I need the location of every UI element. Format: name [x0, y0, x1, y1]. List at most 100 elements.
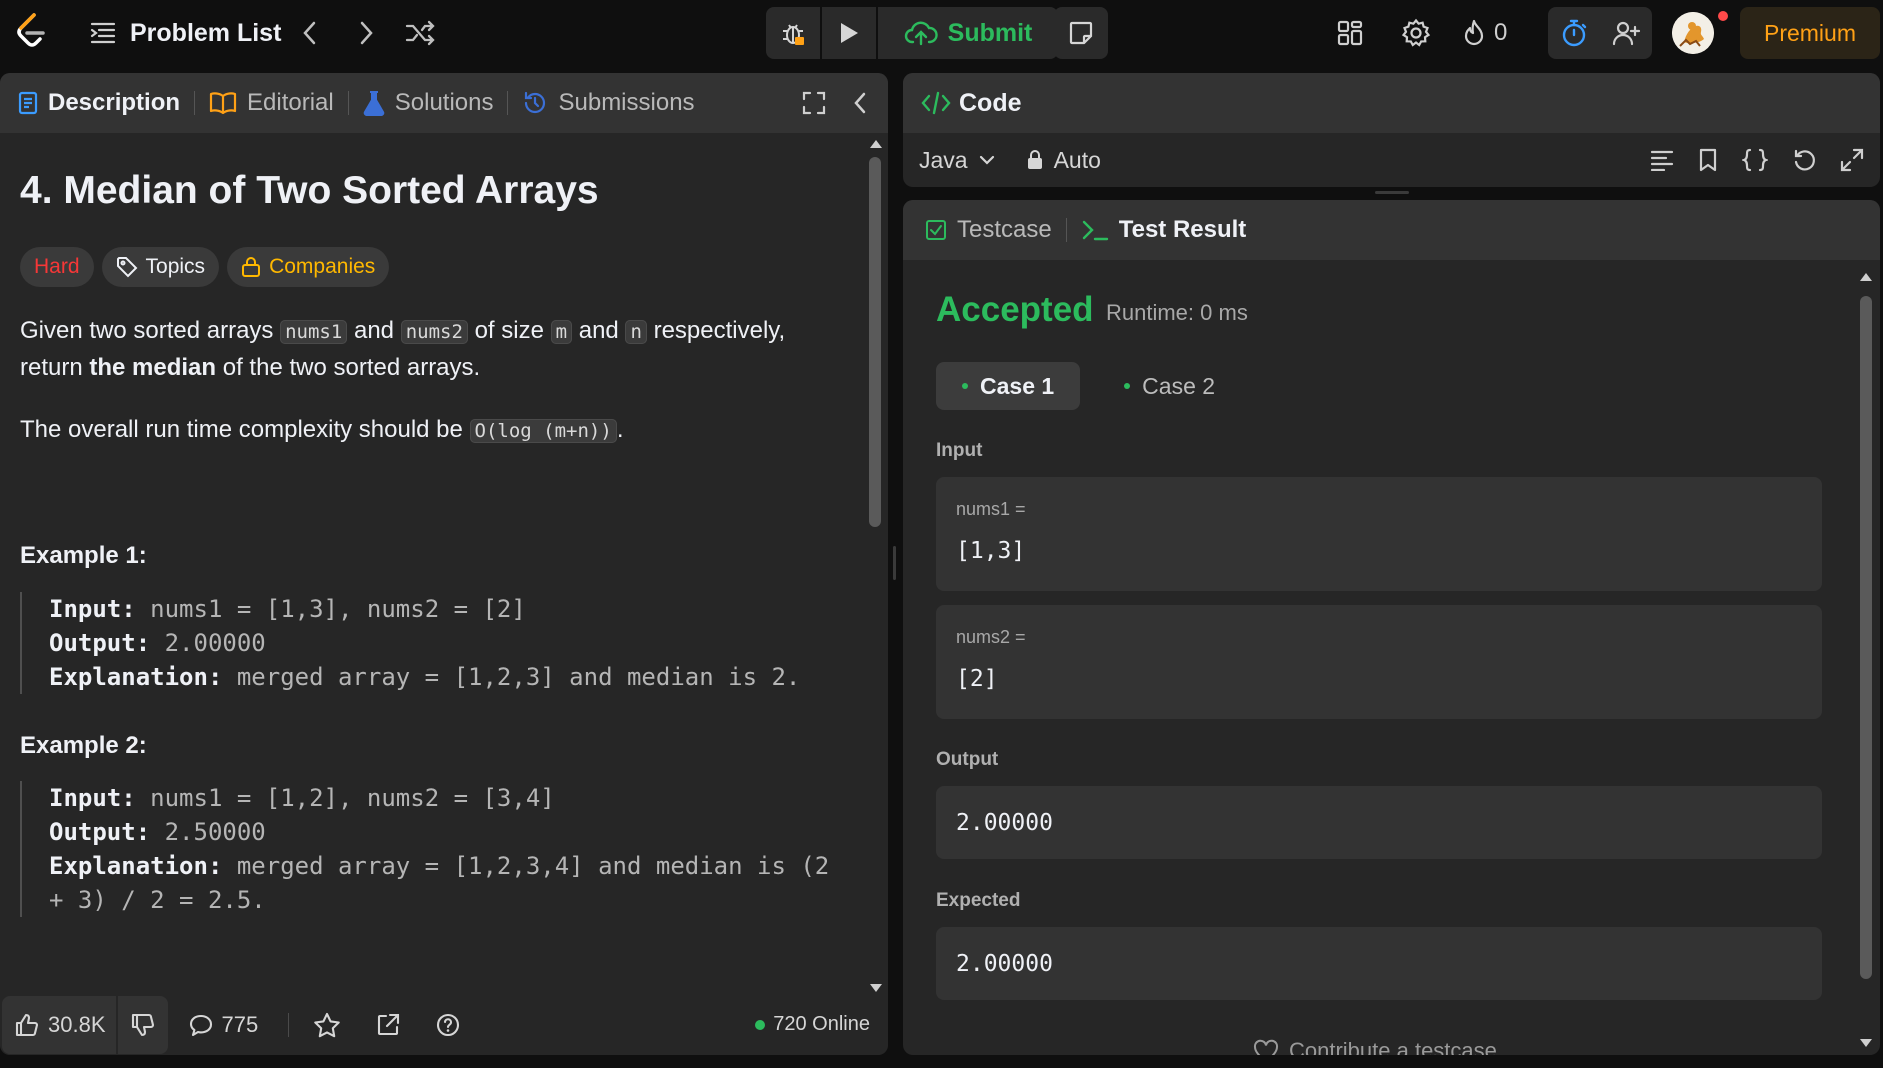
description-footer: 30.8K 775 720 Online — [0, 995, 888, 1055]
tab-description[interactable]: Description — [18, 73, 180, 133]
reset-icon[interactable] — [1792, 148, 1816, 172]
user-avatar[interactable] — [1672, 12, 1714, 54]
scroll-down-icon[interactable] — [868, 981, 884, 995]
dislike-button[interactable] — [118, 996, 168, 1054]
streak-counter[interactable]: 0 — [1462, 13, 1507, 53]
random-problem-button[interactable] — [400, 13, 440, 53]
panel-resize-handle[interactable] — [893, 546, 896, 580]
topics-badge[interactable]: Topics — [101, 247, 220, 287]
inline-code: m — [550, 320, 573, 344]
tab-editorial[interactable]: Editorial — [209, 73, 334, 133]
auto-mode-toggle[interactable]: Auto — [1026, 147, 1101, 174]
footer-divider — [288, 1013, 290, 1037]
description-scrollbar[interactable] — [868, 135, 884, 995]
param-value: [2] — [956, 666, 998, 692]
param-label: nums2 = — [956, 627, 1026, 647]
tab-testcase[interactable]: Testcase — [925, 216, 1052, 244]
output-box[interactable]: 2.00000 — [936, 786, 1822, 859]
help-button[interactable] — [435, 1012, 461, 1038]
input-nums1-box[interactable]: nums1 = [1,3] — [936, 477, 1822, 591]
example-label: Output: — [49, 818, 151, 846]
inline-code: n — [625, 320, 647, 344]
description-panel: Description Editorial Solutions Submissi… — [0, 73, 888, 1055]
debug-button[interactable] — [766, 7, 820, 59]
notification-dot — [1718, 11, 1728, 21]
param-value: [1,3] — [956, 538, 1026, 564]
thumbs-up-icon — [15, 1013, 39, 1037]
companies-badge[interactable]: Companies — [227, 247, 390, 287]
case-tab-2[interactable]: Case 2 — [1098, 362, 1241, 410]
case-label: Case 2 — [1142, 372, 1216, 399]
collapse-left-icon[interactable] — [852, 91, 868, 115]
bug-icon — [783, 24, 804, 45]
vote-group: 30.8K — [2, 996, 168, 1054]
scroll-thumb[interactable] — [869, 157, 881, 527]
code-toolbar: Java Auto — [903, 133, 1880, 187]
next-problem-button[interactable] — [346, 13, 386, 53]
contribute-testcase-link[interactable]: Contribute a testcase — [1253, 1038, 1497, 1055]
submit-button[interactable]: Submit — [878, 7, 1058, 59]
scroll-up-icon[interactable] — [868, 137, 884, 151]
desc-text: Given two sorted arrays — [20, 317, 281, 344]
share-button[interactable] — [375, 1012, 401, 1038]
desc-text: of size — [467, 317, 551, 344]
desc-text: respectively, — [646, 317, 786, 344]
prev-problem-button[interactable] — [290, 13, 330, 53]
chevron-down-icon — [979, 155, 994, 165]
example-value: merged array = [1,2,3] and median is 2. — [222, 663, 801, 691]
vertical-split-handle[interactable] — [1375, 191, 1409, 194]
complexity-note: The overall run time complexity should b… — [20, 412, 860, 449]
premium-button[interactable]: Premium — [1740, 7, 1880, 59]
leetcode-logo-icon[interactable] — [12, 12, 50, 50]
desc-bold: the median — [89, 354, 217, 381]
expected-section-label: Expected — [936, 890, 1021, 911]
tab-divider — [194, 91, 196, 115]
timer-button[interactable] — [1548, 7, 1600, 59]
timer-invite-group — [1548, 7, 1652, 59]
layout-button[interactable] — [1330, 13, 1370, 53]
expand-icon[interactable] — [1840, 148, 1864, 172]
terminal-icon — [1082, 220, 1108, 241]
scroll-up-icon[interactable] — [1858, 270, 1874, 284]
example-label: Explanation: — [49, 663, 223, 691]
tab-divider — [1065, 218, 1067, 242]
inline-code: nums2 — [400, 320, 468, 344]
maximize-icon[interactable] — [802, 91, 826, 115]
favorite-button[interactable] — [313, 1012, 341, 1038]
bookmark-icon[interactable] — [1698, 148, 1718, 172]
settings-button[interactable] — [1396, 13, 1436, 53]
description-tabs: Description Editorial Solutions Submissi… — [0, 73, 888, 133]
result-scrollbar[interactable] — [1858, 270, 1874, 1050]
problem-list-label: Problem List — [130, 18, 282, 47]
scroll-thumb[interactable] — [1860, 296, 1872, 979]
auto-mode-label: Auto — [1053, 146, 1101, 173]
run-button[interactable] — [822, 7, 876, 59]
gear-icon — [1401, 18, 1431, 47]
invite-button[interactable] — [1600, 7, 1652, 59]
notes-button[interactable] — [1054, 7, 1108, 59]
help-icon — [437, 1013, 460, 1037]
expected-box[interactable]: 2.00000 — [936, 927, 1822, 1000]
tab-test-result[interactable]: Test Result — [1081, 216, 1246, 244]
language-select[interactable]: Java — [919, 147, 996, 174]
difficulty-badge[interactable]: Hard — [20, 247, 94, 287]
example-value: 2.50000 — [150, 818, 266, 846]
problem-list-button[interactable]: Problem List — [90, 12, 281, 54]
companies-label: Companies — [269, 255, 376, 278]
case-tab-1[interactable]: Case 1 — [936, 362, 1081, 410]
tab-solutions[interactable]: Solutions — [363, 73, 493, 133]
tab-submissions[interactable]: Submissions — [522, 73, 695, 133]
stopwatch-icon — [1562, 19, 1587, 47]
comments-button[interactable]: 775 — [188, 1012, 258, 1038]
braces-icon[interactable] — [1742, 148, 1768, 172]
like-button[interactable]: 30.8K — [2, 996, 118, 1054]
input-section-label: Input — [936, 440, 983, 461]
list-icon — [90, 22, 116, 44]
desc-text: of the two sorted arrays. — [216, 354, 481, 381]
input-nums2-box[interactable]: nums2 = [2] — [936, 605, 1822, 719]
expected-value: 2.00000 — [956, 950, 1053, 977]
scroll-down-icon[interactable] — [1858, 1036, 1874, 1050]
example-2-block: Input: nums1 = [1,2], nums2 = [3,4] Outp… — [20, 781, 840, 917]
pass-dot-icon — [962, 383, 968, 389]
format-lines-icon[interactable] — [1650, 149, 1674, 171]
